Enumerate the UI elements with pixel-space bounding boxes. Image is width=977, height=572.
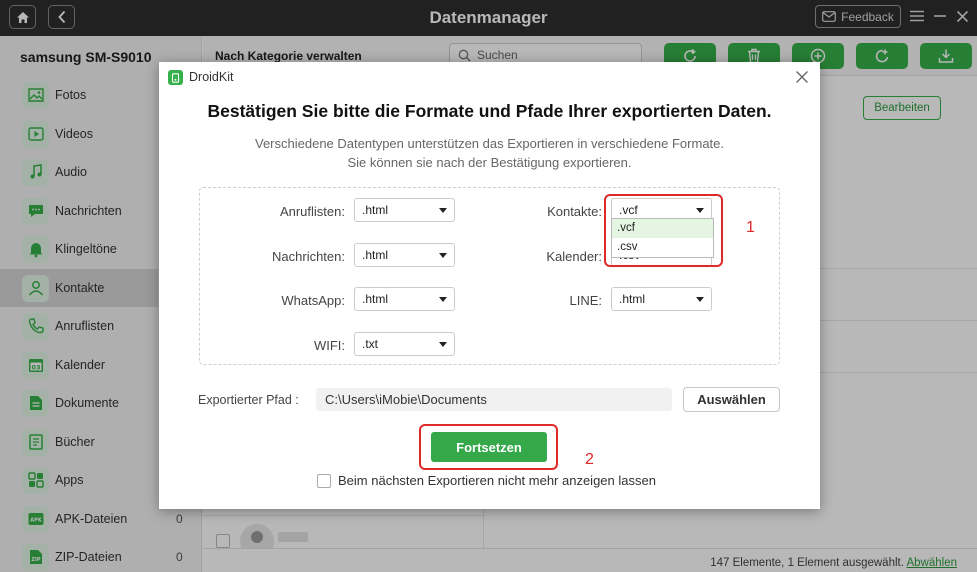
caret-down-icon xyxy=(439,208,447,213)
nachrichten-format-value: .html xyxy=(362,248,389,262)
wifi-label: WIFI: xyxy=(313,338,345,353)
dont-show-again-label: Beim nächsten Exportieren nicht mehr anz… xyxy=(338,473,656,488)
whatsapp-format-value: .html xyxy=(362,292,389,306)
dont-show-again-row[interactable]: Beim nächsten Exportieren nicht mehr anz… xyxy=(317,473,656,488)
dialog-close-button[interactable] xyxy=(795,70,809,84)
export-path-label: Exportierter Pfad : xyxy=(198,393,299,407)
line-format-select[interactable]: .html xyxy=(611,287,712,311)
nachrichten-label: Nachrichten: xyxy=(272,249,345,264)
caret-down-icon xyxy=(696,297,704,302)
choose-path-button[interactable]: Auswählen xyxy=(683,387,780,412)
annotation-number-1: 1 xyxy=(746,219,755,236)
caret-down-icon xyxy=(439,253,447,258)
caret-down-icon xyxy=(439,342,447,347)
anruflisten-format-value: .html xyxy=(362,203,389,217)
line-format-value: .html xyxy=(619,292,646,306)
annotation-highlight-continue xyxy=(419,424,558,470)
anruflisten-format-select[interactable]: .html xyxy=(354,198,455,222)
whatsapp-format-select[interactable]: .html xyxy=(354,287,455,311)
nachrichten-format-select[interactable]: .html xyxy=(354,243,455,267)
line-label: LINE: xyxy=(569,293,602,308)
droidkit-logo xyxy=(168,70,183,85)
annotation-number-2: 2 xyxy=(585,451,594,468)
close-icon xyxy=(796,71,808,83)
kontakte-label: Kontakte: xyxy=(547,204,602,219)
export-format-dialog: DroidKit Bestätigen Sie bitte die Format… xyxy=(159,62,820,509)
dialog-app-name: DroidKit xyxy=(189,70,234,84)
annotation-highlight-kontakte xyxy=(604,194,723,267)
droidkit-logo-icon xyxy=(171,72,180,83)
wifi-format-select[interactable]: .txt xyxy=(354,332,455,356)
dont-show-again-checkbox[interactable] xyxy=(317,473,331,488)
wifi-format-value: .txt xyxy=(362,337,379,351)
whatsapp-label: WhatsApp: xyxy=(281,293,345,308)
dialog-title: Bestätigen Sie bitte die Formate und Pfa… xyxy=(207,101,772,121)
dialog-subtitle: Verschiedene Datentypen unterstützen das… xyxy=(255,136,724,170)
export-path-field: C:\Users\iMobie\Documents xyxy=(316,388,672,411)
anruflisten-label: Anruflisten: xyxy=(279,204,345,219)
caret-down-icon xyxy=(439,297,447,302)
kalender-label: Kalender: xyxy=(546,249,602,264)
